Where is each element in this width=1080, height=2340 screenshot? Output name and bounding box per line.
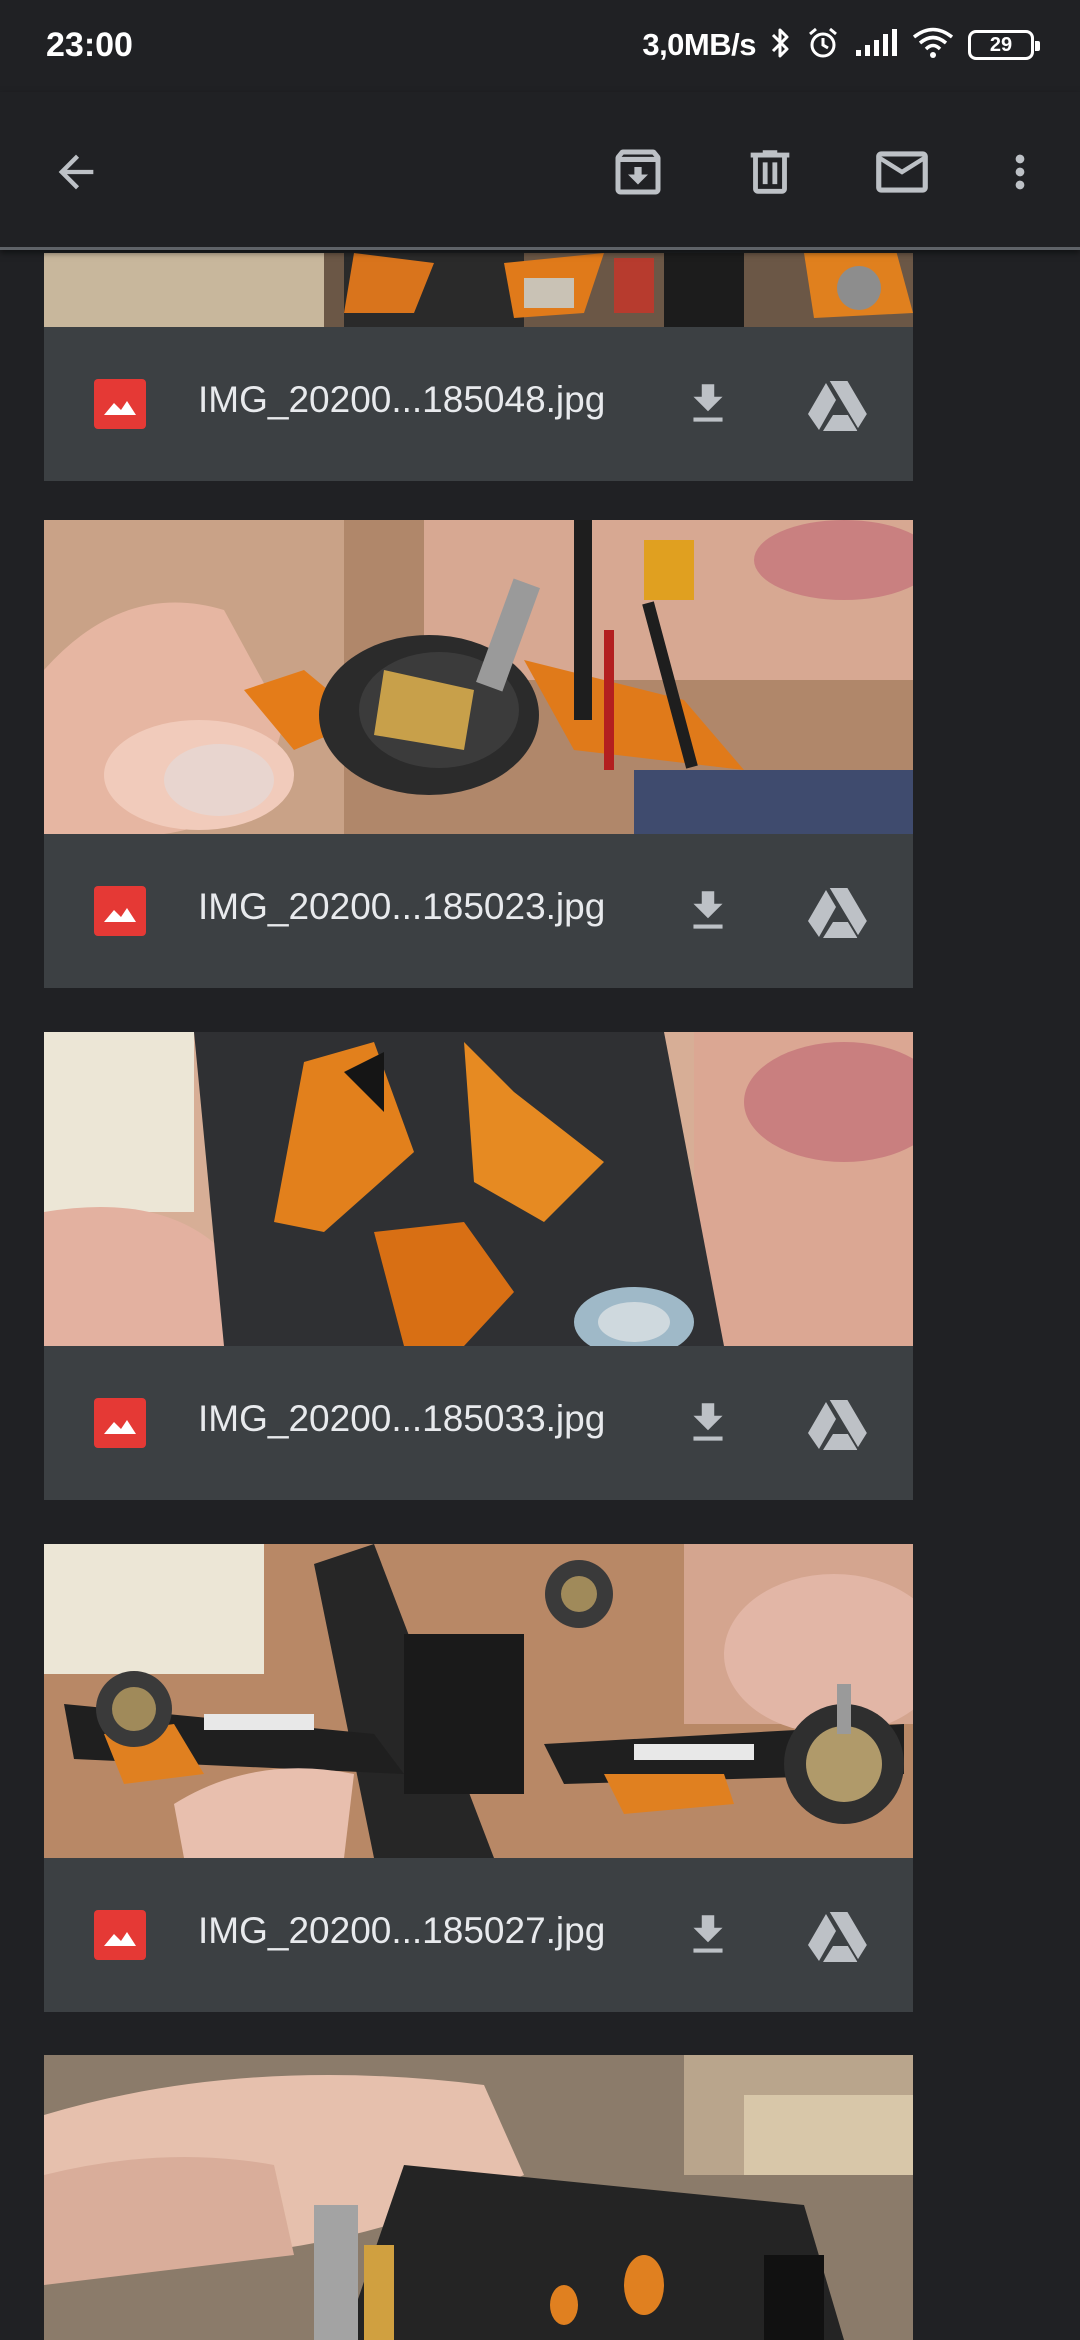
image-file-icon [94, 886, 146, 936]
battery-level: 29 [989, 33, 1013, 56]
status-bar: 23:00 3,0MB/s 29 [0, 0, 1080, 92]
mail-icon [876, 151, 928, 193]
attachment-footer: IMG_20200...185048.jpg [44, 327, 913, 481]
drive-icon [808, 379, 869, 432]
drive-icon [808, 886, 869, 939]
save-to-drive-button[interactable] [798, 874, 878, 950]
attachment-preview[interactable] [44, 1032, 913, 1346]
back-button[interactable] [40, 136, 112, 208]
attachment-filename: IMG_20200...185033.jpg [198, 1398, 606, 1439]
image-file-icon [94, 379, 146, 429]
image-file-icon [94, 1398, 146, 1448]
attachment-card[interactable] [44, 2055, 913, 2340]
download-icon [693, 384, 723, 422]
drive-icon [808, 1398, 869, 1451]
battery-icon: 29 [968, 30, 1040, 60]
attachment-filename: IMG_20200...185023.jpg [198, 886, 606, 927]
delete-icon [750, 150, 790, 194]
attachment-filename: IMG_20200...185048.jpg [198, 379, 606, 420]
attachment-preview[interactable] [44, 253, 913, 327]
download-icon [693, 891, 723, 929]
alarm-icon [806, 26, 840, 65]
mark-unread-button[interactable] [866, 136, 938, 208]
archive-button[interactable] [602, 136, 674, 208]
download-button[interactable] [670, 1386, 746, 1462]
attachment-card[interactable]: IMG_20200...185048.jpg [44, 253, 913, 481]
delete-button[interactable] [734, 136, 806, 208]
status-time: 23:00 [46, 26, 133, 64]
status-icons: 3,0MB/s 29 [642, 22, 1040, 68]
attachment-footer: IMG_20200...185027.jpg [44, 1858, 913, 2012]
download-icon [693, 1403, 723, 1441]
wifi-icon [912, 27, 954, 64]
attachment-footer: IMG_20200...185033.jpg [44, 1346, 913, 1500]
save-to-drive-button[interactable] [798, 367, 878, 443]
image-file-icon [94, 1910, 146, 1960]
signal-icon [854, 28, 898, 63]
archive-icon [615, 149, 661, 195]
toolbar [0, 92, 1080, 250]
download-button[interactable] [670, 874, 746, 950]
attachment-filename: IMG_20200...185027.jpg [198, 1910, 606, 1951]
attachment-card[interactable]: IMG_20200...185023.jpg [44, 520, 913, 988]
back-arrow-icon [58, 154, 94, 190]
more-options-button[interactable] [984, 136, 1056, 208]
save-to-drive-button[interactable] [798, 1898, 878, 1974]
save-to-drive-button[interactable] [798, 1386, 878, 1462]
attachment-preview[interactable] [44, 1544, 913, 1858]
bluetooth-icon [770, 26, 792, 65]
download-icon [693, 1915, 723, 1953]
more-vert-icon [1015, 154, 1025, 190]
attachment-card[interactable]: IMG_20200...185027.jpg [44, 1544, 913, 2012]
attachments-list: IMG_20200...185048.jpg IMG_20200...18502… [0, 253, 1080, 2340]
drive-icon [808, 1910, 869, 1963]
download-button[interactable] [670, 1898, 746, 1974]
network-speed: 3,0MB/s [642, 27, 756, 62]
download-button[interactable] [670, 367, 746, 443]
attachment-card[interactable]: IMG_20200...185033.jpg [44, 1032, 913, 1500]
attachment-preview[interactable] [44, 2055, 913, 2340]
attachment-preview[interactable] [44, 520, 913, 834]
attachment-footer: IMG_20200...185023.jpg [44, 834, 913, 988]
